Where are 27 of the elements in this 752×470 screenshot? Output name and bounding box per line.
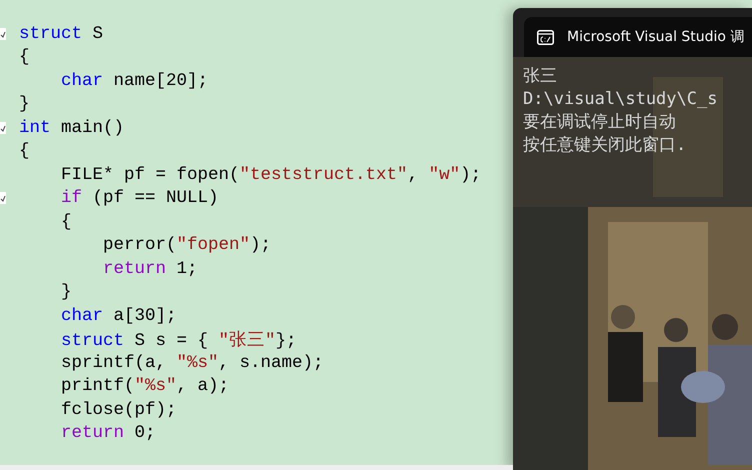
console-output-line: 张三: [523, 65, 557, 88]
window-title: Microsoft Visual Studio 调: [567, 28, 744, 46]
fold-icon[interactable]: [0, 192, 6, 204]
code-line: {: [19, 141, 30, 162]
fold-icon[interactable]: [0, 28, 6, 40]
code-line: {: [19, 47, 30, 68]
code-line: if (pf == NULL): [61, 188, 219, 208]
code-line: FILE* pf = fopen("teststruct.txt", "w");: [61, 164, 482, 185]
code-line: char a[30];: [61, 306, 177, 326]
code-line: return 0;: [61, 423, 156, 444]
fold-icon[interactable]: [0, 122, 6, 134]
code-line: printf("%s", a);: [61, 376, 230, 396]
code-line: }: [19, 94, 30, 114]
code-line: {: [61, 212, 72, 232]
code-line: struct S s = { "张三"};: [61, 330, 297, 352]
code-line: int main(): [19, 118, 124, 138]
code-line: sprintf(a, "%s", s.name);: [61, 352, 324, 373]
console-output-line: 要在调试停止时自动: [523, 111, 676, 134]
code-line: char name[20];: [61, 70, 208, 91]
code-line: }: [61, 282, 72, 302]
code-line: perror("fopen");: [103, 235, 272, 256]
code-line: return 1;: [103, 258, 198, 279]
code-line: struct S: [19, 24, 104, 44]
console-output-line: D:\visual\study\C_s: [523, 88, 718, 111]
code-line: fclose(pf);: [61, 400, 177, 420]
console-output-line: 按任意键关闭此窗口.: [523, 134, 686, 157]
console-icon: [537, 30, 554, 44]
